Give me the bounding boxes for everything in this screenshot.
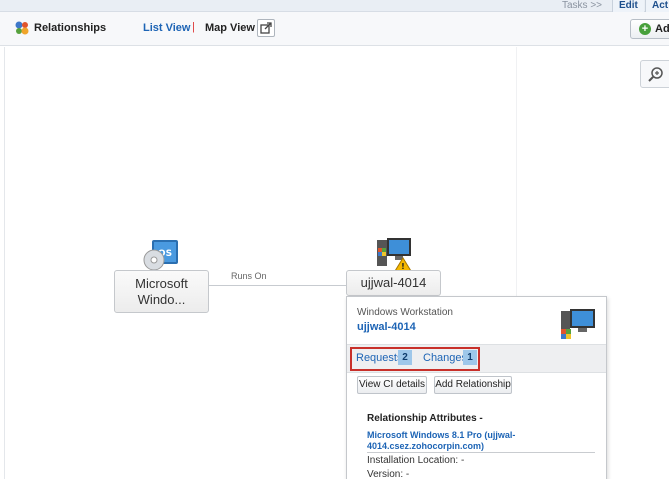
zoom-in-button[interactable] <box>640 60 669 88</box>
relationship-attributes-panel: Relationship Attributes - Microsoft Wind… <box>355 401 600 479</box>
changes-count-badge: 1 <box>463 350 477 365</box>
map-view-link[interactable]: Map View <box>205 22 255 34</box>
node-label-line2: Windo... <box>137 292 186 307</box>
add-icon: + <box>639 23 651 35</box>
ci-name-link[interactable]: ujjwal-4014 <box>357 321 416 333</box>
ci-tabs-bar: Requests 2 Changes 1 <box>347 344 606 373</box>
workstation-warning-icon: ! <box>377 238 412 272</box>
tab-changes[interactable]: Changes <box>423 352 467 364</box>
zoom-in-icon <box>648 67 663 82</box>
ci-type: Windows Workstation <box>357 307 453 318</box>
tab-requests[interactable]: Requests <box>356 352 402 364</box>
node-ujjwal-4014[interactable]: ujjwal-4014 <box>346 270 441 296</box>
add-button[interactable]: + Ad <box>630 19 669 39</box>
os-disc-icon: OS <box>143 240 178 271</box>
top-menu-strip: Tasks >> Edit Act <box>0 0 669 12</box>
relationship-edge <box>209 285 346 286</box>
edge-label: Runs On <box>231 271 267 281</box>
attributes-divider <box>367 452 595 453</box>
view-separator: | <box>192 21 195 33</box>
add-button-label: Ad <box>655 23 669 35</box>
version: Version: - <box>367 469 410 479</box>
tasks-link[interactable]: Tasks >> <box>562 0 602 12</box>
node-label-line1: Microsoft <box>135 276 188 291</box>
installation-location: Installation Location: - <box>367 455 465 466</box>
ci-actions: View CI details Add Relationship <box>347 373 606 397</box>
add-relationship-button[interactable]: Add Relationship <box>434 376 512 394</box>
open-external-button[interactable] <box>257 19 275 37</box>
relationships-icon <box>15 21 29 35</box>
requests-count-badge: 2 <box>398 350 412 365</box>
node-microsoft-windows[interactable]: Microsoft Windo... <box>114 270 209 313</box>
page-title: Relationships <box>34 22 107 34</box>
relationship-attributes-title: Relationship Attributes - <box>367 413 483 424</box>
view-ci-details-button[interactable]: View CI details <box>357 376 427 394</box>
edit-button[interactable]: Edit <box>612 0 644 12</box>
list-view-link[interactable]: List View <box>143 22 190 34</box>
ci-details-popup: Windows Workstation ujjwal-4014 Requests… <box>346 296 607 479</box>
actions-button[interactable]: Act <box>645 0 669 12</box>
relationships-toolbar: Relationships List View | Map View + Ad <box>0 12 669 46</box>
workstation-icon <box>561 309 595 339</box>
related-ci-link[interactable]: Microsoft Windows 8.1 Pro (ujjwal-4014.c… <box>367 430 537 452</box>
external-link-icon <box>260 22 272 34</box>
